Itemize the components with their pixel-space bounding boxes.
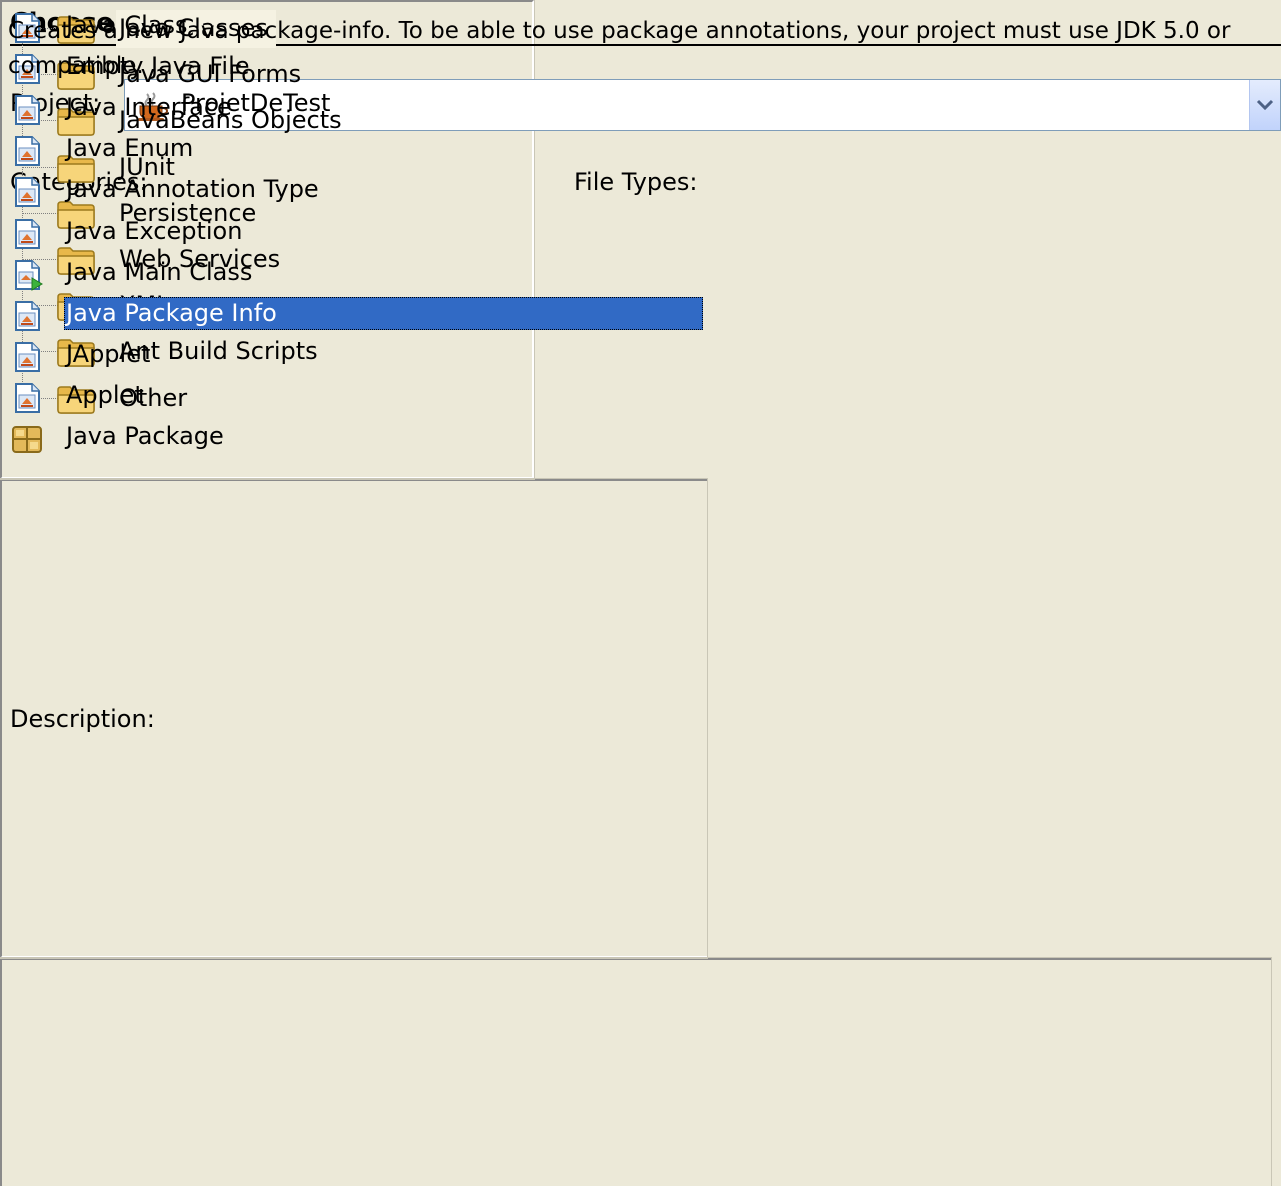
combo-dropdown-button[interactable] [1249,80,1280,130]
java-package-icon [10,423,44,455]
file-type-label: Applet [66,380,144,409]
file-type-item[interactable]: Java Exception [0,212,703,253]
file-type-item[interactable]: Java Enum [0,129,703,170]
file-type-label: Java Enum [66,134,194,163]
file-type-item[interactable]: Java Package [0,417,703,458]
file-type-label: Java Package Info [64,296,703,330]
file-type-label: Java Annotation Type [66,175,319,204]
description-label: Description: [10,705,155,733]
file-type-item[interactable]: Java Annotation Type [0,170,703,211]
java-file-icon [10,218,44,250]
file-type-label: Java Exception [66,216,243,245]
file-type-label: Java Main Class [66,257,253,286]
java-file-icon [10,300,44,332]
file-type-item[interactable]: Applet [0,376,703,417]
description-text: Creates a new Java package-info. To be a… [8,18,1238,79]
chevron-down-icon [1256,99,1274,111]
file-type-item[interactable]: JApplet [0,335,703,376]
java-file-icon [10,135,44,167]
java-file-icon [10,382,44,414]
java-file-icon [10,341,44,373]
java-file-icon [10,94,44,126]
file-type-label: Java Package [66,422,224,450]
file-type-label: Java Interface [66,93,232,122]
file-type-item[interactable]: Java Interface [0,88,703,129]
file-type-item[interactable]: Java Main Class [0,253,703,294]
file-type-label: JApplet [66,339,151,368]
file-type-item[interactable]: Java Package Info [0,294,703,335]
description-box: Creates a new Java package-info. To be a… [0,18,1272,1186]
java-file-icon [10,176,44,208]
java-main-class-icon [10,259,44,291]
